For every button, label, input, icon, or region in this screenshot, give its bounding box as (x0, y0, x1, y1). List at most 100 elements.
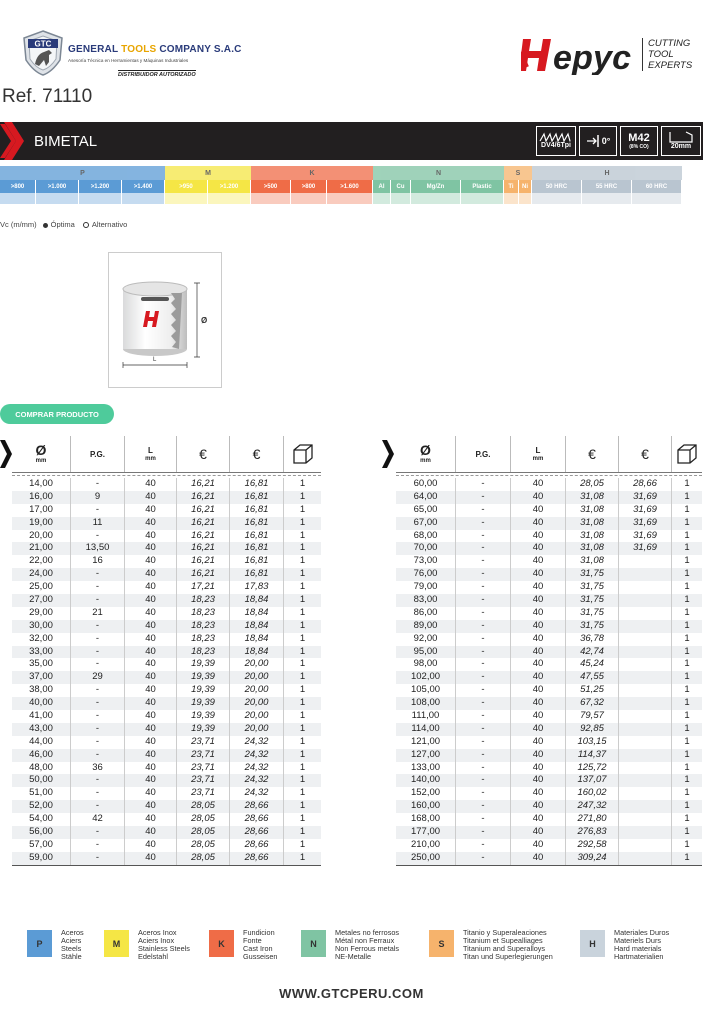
table-row: 57,00-40 28,05 28,66 1 (12, 838, 321, 852)
cell-pg: - (71, 478, 125, 491)
cell-pg: - (71, 735, 125, 749)
table-row: 105,00-40 51,25 1 (396, 684, 702, 698)
cell-pg: - (456, 516, 511, 530)
cell-diameter: 89,00 (396, 619, 456, 633)
cell-pg: 16 (71, 555, 125, 569)
cell-diameter: 21,00 (12, 542, 71, 556)
table-row: 38,00-40 19,39 20,00 1 (12, 684, 321, 698)
cell-pg: - (456, 787, 511, 801)
table-row: 92,00-40 36,78 1 (396, 632, 702, 646)
cell-price-2 (619, 838, 672, 852)
material-rating-cell (122, 193, 165, 204)
table-row: 56,00-40 28,05 28,66 1 (12, 826, 321, 839)
cell-length: 40 (125, 594, 177, 607)
cell-price-2: 24,32 (230, 761, 284, 775)
cell-price-2 (619, 555, 672, 569)
cell-package: 1 (684, 826, 690, 838)
material-rating-cell (36, 193, 79, 204)
cell-length: 40 (125, 529, 177, 543)
material-rating-cell (504, 193, 519, 204)
material-rating-cell (373, 193, 391, 204)
legend-badge-n: N (301, 930, 326, 957)
material-sub-n: Mg/Zn (411, 180, 461, 193)
cell-diameter: 44,00 (12, 735, 71, 749)
website-url[interactable]: WWW.GTCPERU.COM (0, 986, 703, 1001)
cell-diameter: 56,00 (12, 826, 71, 839)
cell-pg: - (71, 710, 125, 723)
banner-title: BIMETAL (34, 133, 98, 150)
cell-package: 1 (684, 516, 690, 528)
table-row: 114,00-40 92,85 1 (396, 722, 702, 736)
rake-angle-icon: 0° (579, 126, 617, 156)
buy-product-button[interactable]: COMPRAR PRODUCTO (0, 404, 114, 424)
cell-price-1: 31,75 (566, 619, 619, 633)
legend-text-h: Materiales Duros Materiels Durs Hard mat… (614, 928, 670, 961)
cell-price-2: 24,32 (230, 748, 284, 762)
cell-price-1: 16,21 (177, 555, 230, 569)
header-package (672, 436, 702, 472)
cell-price-1: 23,71 (177, 735, 230, 749)
cell-price-1: 271,80 (566, 813, 619, 827)
cell-diameter: 98,00 (396, 658, 456, 672)
package-box-icon (677, 444, 697, 464)
cell-length: 40 (511, 542, 566, 556)
cell-diameter: 57,00 (12, 838, 71, 852)
material-rating-cell (291, 193, 327, 204)
cell-price-2: 20,00 (230, 684, 284, 698)
cell-length: 40 (511, 787, 566, 801)
cell-price-2 (619, 619, 672, 633)
cell-pg: 13,50 (71, 542, 125, 556)
cell-length: 40 (125, 761, 177, 775)
company-name: GENERAL TOOLS COMPANY S.A.C (68, 44, 242, 55)
cell-diameter: 92,00 (396, 632, 456, 646)
header-pg: P.G. (456, 436, 511, 472)
cell-price-1: 247,32 (566, 800, 619, 814)
cell-diameter: 76,00 (396, 568, 456, 582)
cell-price-2 (619, 774, 672, 788)
cell-diameter: 29,00 (12, 606, 71, 620)
cell-price-1: 31,08 (566, 542, 619, 556)
cell-length: 40 (511, 503, 566, 517)
cell-length: 40 (125, 697, 177, 711)
cell-price-1: 31,08 (566, 529, 619, 543)
cell-package: 1 (299, 735, 306, 747)
cell-price-1: 31,08 (566, 503, 619, 517)
cell-price-1: 23,71 (177, 761, 230, 775)
table-row: 48,00 36 40 23,71 24,32 1 (12, 761, 321, 775)
cell-length: 40 (125, 632, 177, 646)
cell-package: 1 (684, 838, 690, 850)
cell-price-1: 19,39 (177, 710, 230, 723)
table-row: 68,00-40 31,08 31,69 1 (396, 529, 702, 543)
cell-length: 40 (125, 490, 177, 504)
cell-price-2 (619, 748, 672, 762)
cell-length: 40 (125, 581, 177, 595)
price-table-right: Ømm P.G. Lmm € €60,00-40 28,05 28,66 1 64,00-40 3… (396, 436, 702, 866)
cell-pg: 36 (71, 761, 125, 775)
table-row: 250,00-40 309,24 1 (396, 851, 702, 865)
cell-package: 1 (299, 710, 306, 722)
cell-pg: - (456, 774, 511, 788)
cell-package: 1 (299, 594, 306, 606)
cell-pg: 42 (71, 813, 125, 827)
cell-package: 1 (299, 619, 306, 631)
cell-diameter: 19,00 (12, 516, 71, 530)
cell-pg: - (456, 710, 511, 723)
material-group-n: N (373, 166, 504, 180)
cell-pg: - (456, 490, 511, 504)
material-sub-p: >1.200 (79, 180, 122, 193)
cell-package: 1 (299, 478, 306, 489)
cell-diameter: 52,00 (12, 800, 71, 814)
cell-package: 1 (299, 568, 306, 580)
cell-diameter: 210,00 (396, 838, 456, 852)
table-row: 30,00-40 18,23 18,84 1 (12, 619, 321, 633)
cell-diameter: 102,00 (396, 671, 456, 685)
cell-price-2: 18,84 (230, 619, 284, 633)
table-row: 21,00 13,50 40 16,21 16,81 1 (12, 542, 321, 556)
cell-package: 1 (684, 735, 690, 747)
table-row: 160,00-40 247,32 1 (396, 800, 702, 814)
cell-package: 1 (684, 787, 690, 799)
table-row: 54,00 42 40 28,05 28,66 1 (12, 813, 321, 827)
material-sub-n: Al (373, 180, 391, 193)
cell-diameter: 46,00 (12, 748, 71, 762)
cell-price-1: 42,74 (566, 645, 619, 659)
